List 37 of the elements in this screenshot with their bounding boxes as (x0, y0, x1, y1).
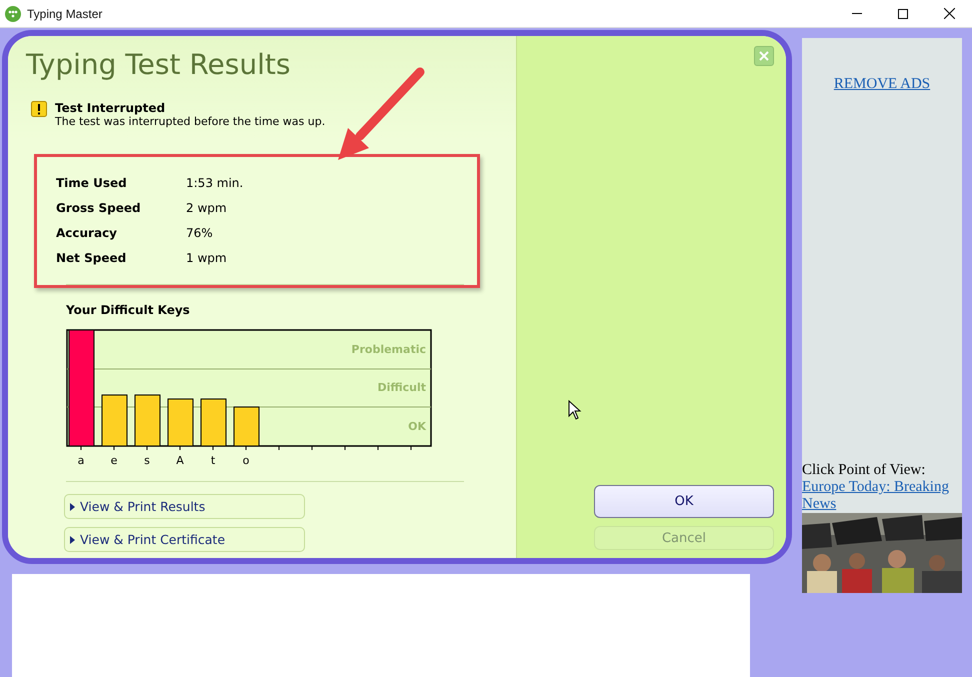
close-icon (759, 51, 769, 61)
section-title: Your Difficult Keys (66, 303, 191, 317)
stat-value: 2 wpm (186, 200, 227, 214)
stat-label: Accuracy (56, 226, 118, 240)
dialog-title: Typing Test Results (26, 48, 292, 81)
key-label: s (144, 454, 150, 467)
notice-title: Test Interrupted (55, 101, 166, 115)
app-logo-icon (5, 6, 21, 22)
key-label: t (210, 454, 216, 467)
key-label: a (78, 454, 84, 467)
zone-label: OK (408, 420, 426, 433)
ok-button[interactable]: OK (594, 485, 774, 518)
window-title: Typing Master (27, 6, 104, 20)
stat-label: Time Used (56, 176, 128, 190)
maximize-icon (898, 8, 908, 18)
minimize-icon (852, 13, 862, 14)
ad-caption: Click Point of View: (802, 462, 926, 479)
remove-ads-link[interactable]: REMOVE ADS (834, 76, 930, 93)
triangle-icon (70, 502, 75, 510)
news-link[interactable]: Europe Today: Breaking News (802, 479, 962, 513)
stat-value: 1 wpm (186, 250, 227, 264)
zone-label: Problematic (351, 343, 426, 356)
print-link-button[interactable]: View & Print Results (64, 494, 305, 519)
stat-value: 1:53 min. (186, 176, 244, 190)
cursor-icon (569, 401, 580, 419)
close-icon (944, 8, 954, 19)
key-label: A (176, 454, 184, 467)
print-link-button[interactable]: View & Print Certificate (64, 527, 305, 552)
stat-label: Gross Speed (56, 200, 142, 214)
key-label: o (242, 454, 250, 467)
stat-value: 76% (186, 226, 213, 240)
triangle-icon (70, 536, 75, 544)
zone-label: Difficult (377, 381, 426, 394)
stat-label: Net Speed (56, 250, 128, 264)
notice-message: The test was interrupted before the time was up. (55, 115, 326, 128)
warning-icon (31, 101, 47, 117)
key-label: e (110, 454, 118, 467)
